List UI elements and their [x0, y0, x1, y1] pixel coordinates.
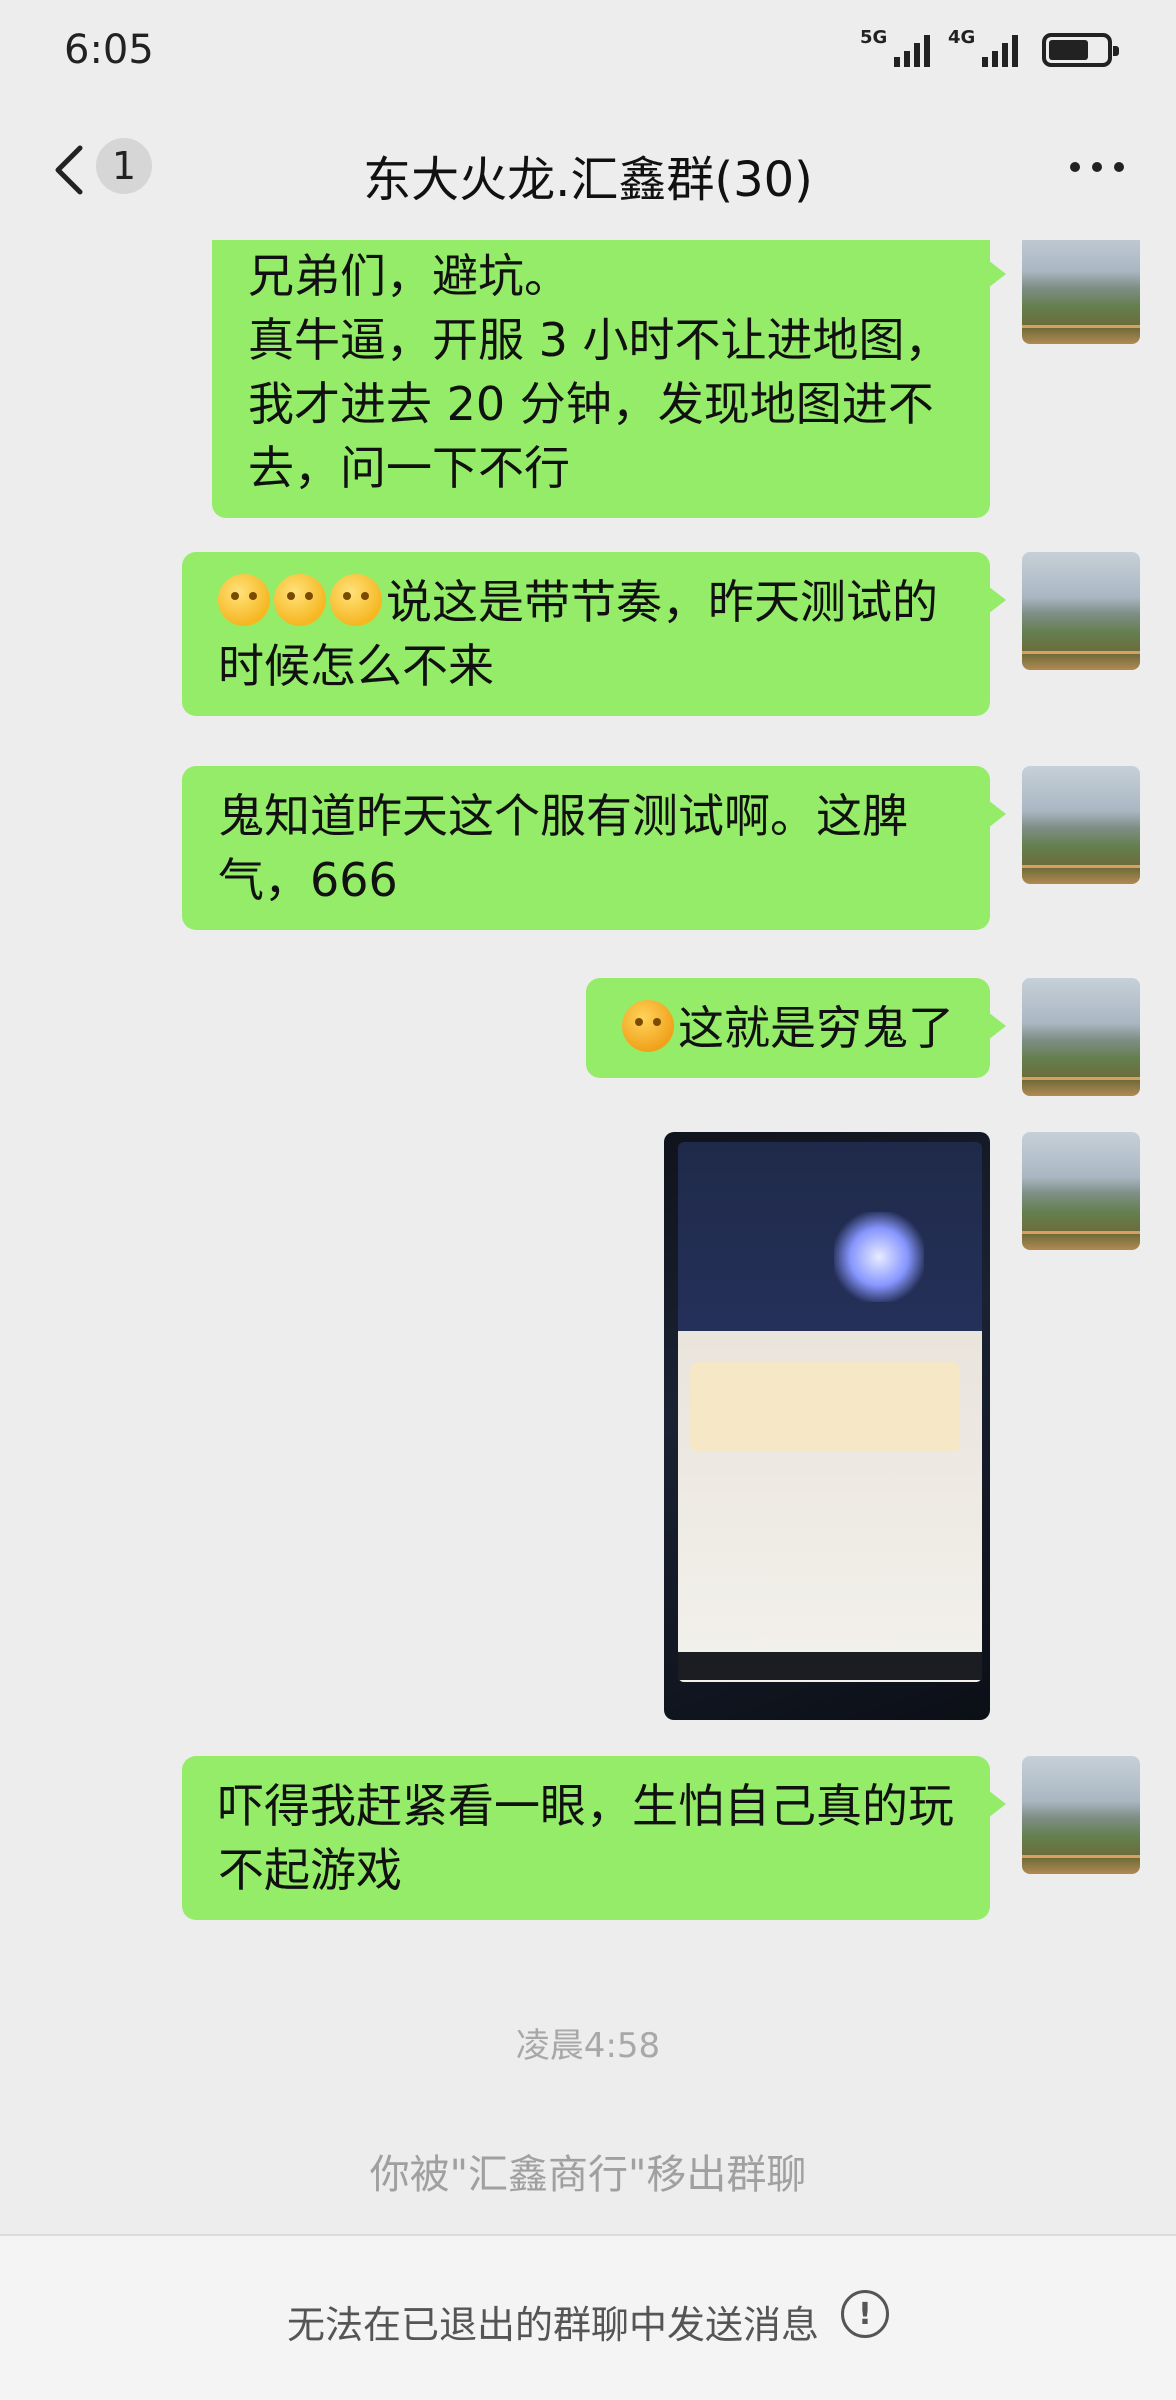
message-bubble[interactable]: 说这是带节奏，昨天测试的时候怎么不来 [182, 552, 1006, 716]
thinking-emoji-icon [330, 574, 382, 626]
status-icons: 5G 4G [860, 29, 1119, 67]
message-list[interactable]: 兄弟们，避坑。 真牛逼，开服 3 小时不让进地图，我才进去 20 分钟，发现地图… [0, 240, 1176, 2234]
thinking-emoji-icon [218, 574, 270, 626]
signal-4g-icon: 4G [948, 29, 1018, 67]
signal-5g-icon: 5G [860, 29, 930, 67]
network-5g-label: 5G [860, 27, 888, 48]
message-row: 说这是带节奏，昨天测试的时候怎么不来 [182, 552, 1140, 716]
message-timestamp: 凌晨4:58 [515, 2026, 661, 2066]
avatar[interactable] [1022, 766, 1140, 884]
system-notice: 你被"汇鑫商行"移出群聊 [369, 2152, 807, 2198]
footer-text: 无法在已退出的群聊中发送消息 [286, 2303, 819, 2347]
message-row: 吓得我赶紧看一眼，生怕自己真的玩不起游戏 [182, 1756, 1140, 1920]
exclamation-circle-icon[interactable]: ! [841, 2290, 889, 2338]
battery-icon [1042, 33, 1119, 67]
network-4g-label: 4G [948, 27, 976, 48]
thinking-emoji-icon [274, 574, 326, 626]
message-row: 鬼知道昨天这个服有测试啊。这脾气，666 [182, 766, 1140, 930]
message-bubble[interactable]: 鬼知道昨天这个服有测试啊。这脾气，666 [182, 766, 1006, 930]
message-bubble[interactable]: 吓得我赶紧看一眼，生怕自己真的玩不起游戏 [182, 1756, 1006, 1920]
avatar[interactable] [1022, 552, 1140, 670]
disabled-input-bar: 无法在已退出的群聊中发送消息 ! [0, 2234, 1176, 2400]
message-text: 说这是带节奏，昨天测试的时候怎么不来 [218, 575, 938, 693]
avatar[interactable] [1022, 978, 1140, 1096]
avatar[interactable] [1022, 240, 1140, 344]
photo-crystal-graphic [834, 1212, 924, 1302]
message-text: 兄弟们，避坑。 真牛逼，开服 3 小时不让进地图，我才进去 20 分钟，发现地图… [248, 249, 951, 495]
crying-laughing-emoji-icon [622, 1000, 674, 1052]
avatar[interactable] [1022, 1756, 1140, 1874]
message-text: 鬼知道昨天这个服有测试啊。这脾气，666 [218, 789, 908, 907]
avatar[interactable] [1022, 1132, 1140, 1250]
message-bubble[interactable]: 兄弟们，避坑。 真牛逼，开服 3 小时不让进地图，我才进去 20 分钟，发现地图… [212, 240, 1006, 518]
photo-card-graphic [690, 1362, 960, 1452]
message-text: 吓得我赶紧看一眼，生怕自己真的玩不起游戏 [218, 1779, 954, 1897]
message-row [664, 1132, 1140, 1720]
image-message[interactable] [664, 1132, 990, 1720]
photo-taskbar-graphic [678, 1652, 982, 1680]
more-options-icon[interactable] [1070, 162, 1124, 172]
chat-header: 1 东大火龙.汇鑫群(30) [0, 100, 1176, 240]
message-row: 兄弟们，避坑。 真牛逼，开服 3 小时不让进地图，我才进去 20 分钟，发现地图… [212, 240, 1140, 518]
status-time: 6:05 [64, 27, 154, 73]
message-bubble[interactable]: 这就是穷鬼了 [586, 978, 1006, 1078]
message-text: 这就是穷鬼了 [678, 1001, 954, 1055]
message-row: 这就是穷鬼了 [586, 978, 1140, 1096]
chat-title: 东大火龙.汇鑫群(30) [363, 152, 813, 208]
status-bar: 6:05 5G 4G [0, 0, 1176, 100]
